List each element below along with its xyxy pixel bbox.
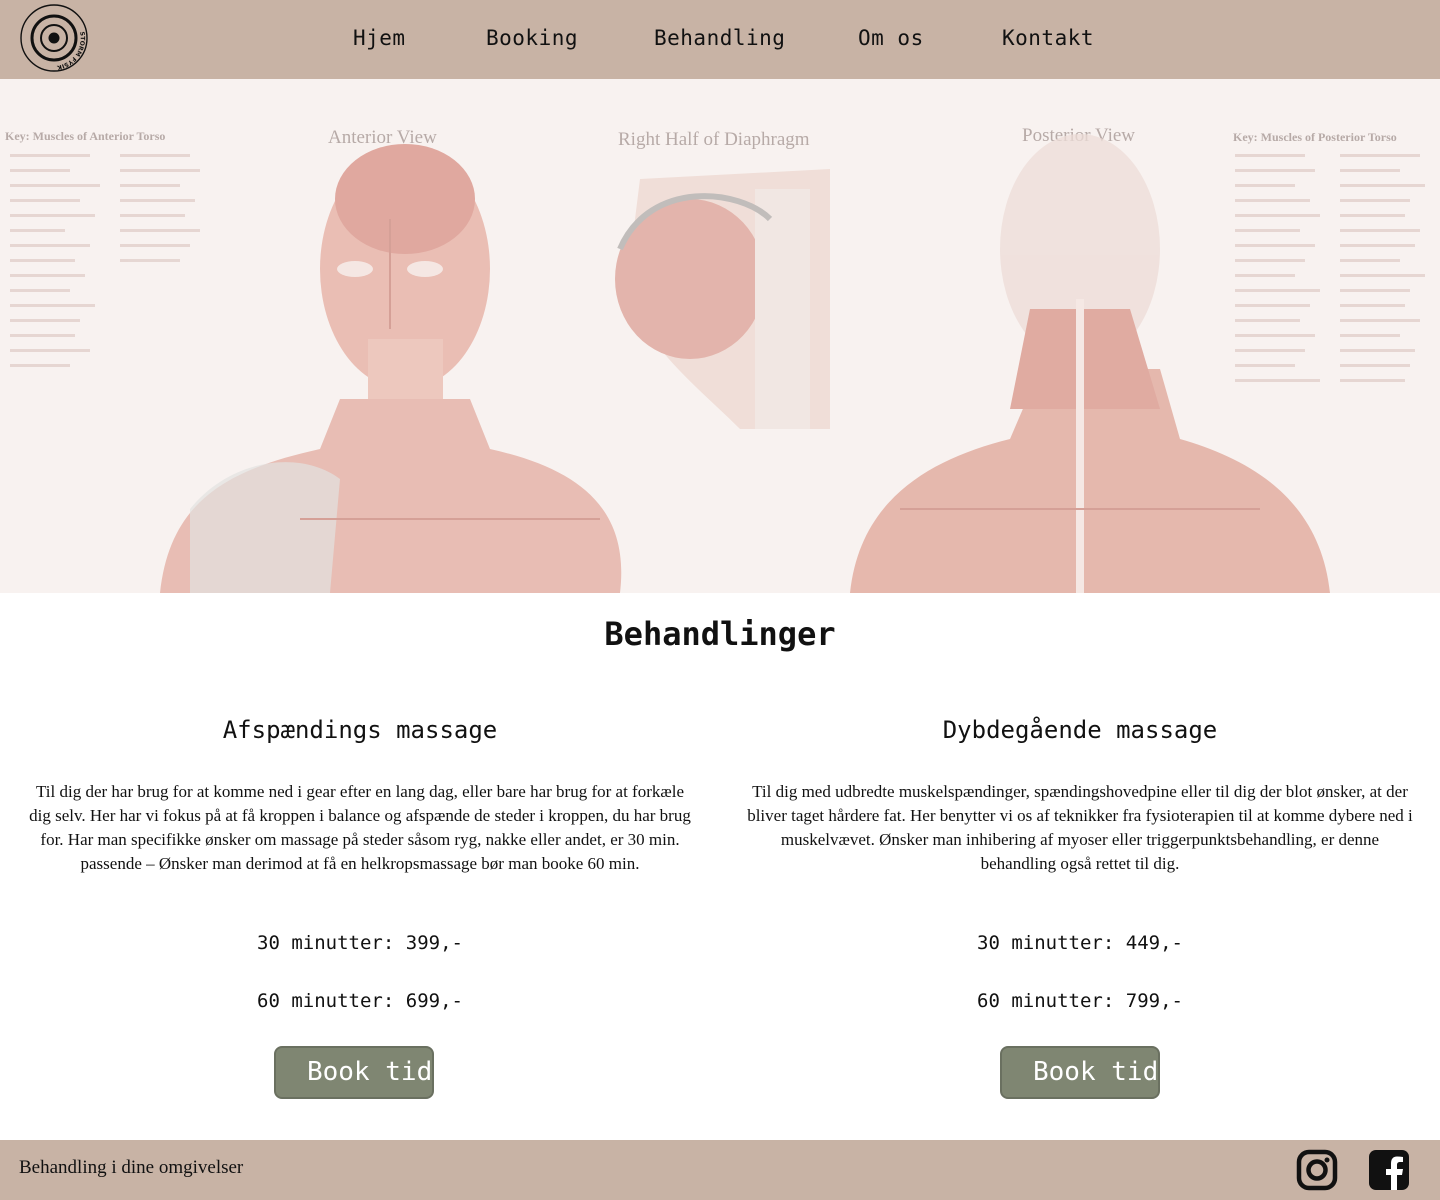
site-footer: Behandling i dine omgivelser	[0, 1140, 1440, 1200]
treatment-heading: Afspændings massage	[222, 716, 498, 744]
nav-hjem[interactable]: Hjem	[353, 26, 406, 50]
nav-behandling[interactable]: Behandling	[654, 26, 785, 50]
book-time-button[interactable]: Book tid	[274, 1046, 434, 1099]
treatment-description: Til dig med udbredte muskelspændinger, s…	[747, 782, 1413, 873]
price-30-min: 30 minutter: 449,-	[977, 932, 1183, 954]
treatment-deep-massage: Dybdegående massage Til dig med udbredte…	[720, 710, 1440, 876]
instagram-icon[interactable]	[1296, 1148, 1338, 1192]
hero-anatomy-image: Key: Muscles of Anterior Torso Anterior …	[0, 79, 1440, 593]
price-60-min: 60 minutter: 699,-	[257, 990, 463, 1012]
treatment-description: Til dig der har brug for at komme ned i …	[29, 782, 691, 873]
facebook-icon[interactable]	[1368, 1148, 1410, 1192]
treatment-relaxing-massage: Afspændings massage Til dig der har brug…	[0, 710, 720, 876]
nav-booking[interactable]: Booking	[486, 26, 578, 50]
page-title: Behandlinger	[604, 615, 836, 653]
nav-kontakt[interactable]: Kontakt	[1002, 26, 1094, 50]
price-30-min: 30 minutter: 399,-	[257, 932, 463, 954]
main-nav: Hjem Booking Behandling Om os Kontakt	[0, 0, 1440, 79]
treatment-heading: Dybdegående massage	[942, 716, 1218, 744]
nav-om-os[interactable]: Om os	[858, 26, 924, 50]
book-time-button[interactable]: Book tid	[1000, 1046, 1160, 1099]
price-60-min: 60 minutter: 799,-	[977, 990, 1183, 1012]
site-header: STORM FYSIK Hjem Booking Behandling Om o…	[0, 0, 1440, 79]
footer-tagline: Behandling i dine omgivelser	[19, 1157, 244, 1178]
